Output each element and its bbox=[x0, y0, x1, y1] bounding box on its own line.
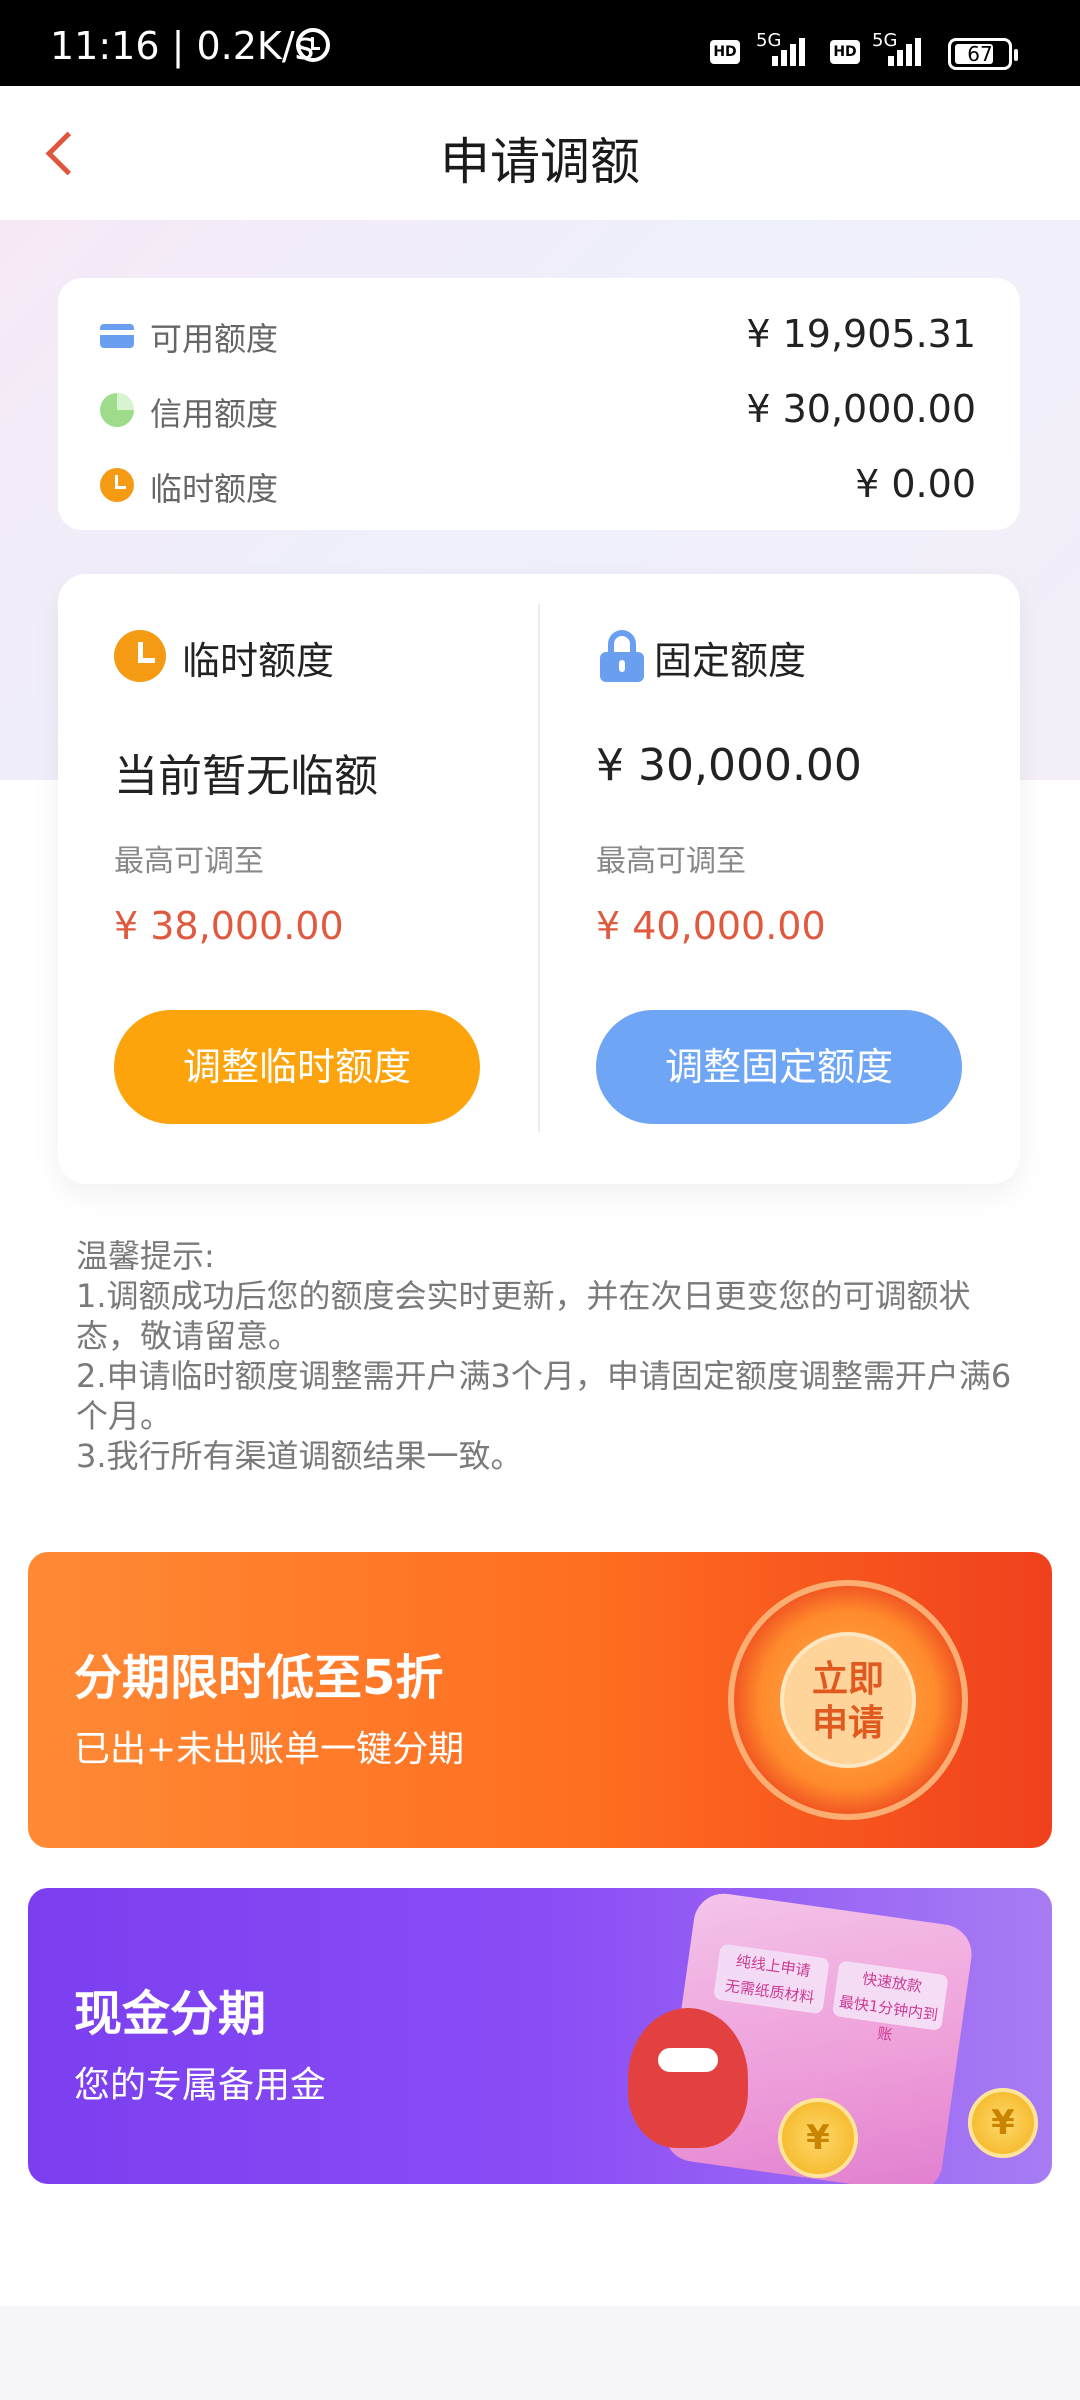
fixed-quota-current: ¥ 30,000.00 bbox=[596, 740, 862, 791]
credit-quota-value: ¥ 30,000.00 bbox=[746, 387, 976, 431]
battery-icon: 67 bbox=[948, 38, 1018, 70]
signal-icon bbox=[772, 30, 805, 66]
tips-heading: 温馨提示: bbox=[76, 1237, 215, 1275]
coin-icon-2: ¥ bbox=[968, 2088, 1038, 2158]
battery-level: 67 bbox=[967, 42, 993, 66]
tips-line-1: 1.调额成功后您的额度会实时更新，并在次日更变您的可调额状态，敬请留意。 bbox=[76, 1277, 971, 1355]
temp-quota-title: 临时额度 bbox=[182, 639, 335, 683]
hd-icon-2: HD bbox=[830, 40, 860, 64]
adjust-fixed-quota-button[interactable]: 调整固定额度 bbox=[596, 1010, 962, 1124]
alarm-icon bbox=[296, 28, 330, 62]
quota-summary-card: 可用额度 ¥ 19,905.31 信用额度 ¥ 30,000.00 临时额度 ¥… bbox=[58, 278, 1020, 530]
tips-line-3: 3.我行所有渠道调额结果一致。 bbox=[76, 1437, 523, 1475]
hd-icon: HD bbox=[710, 40, 740, 64]
apply-now-line-1: 立即 bbox=[811, 1659, 884, 1700]
temp-quota-label: 临时额度 bbox=[150, 470, 279, 508]
cash-banner-title: 现金分期 bbox=[74, 1986, 267, 2042]
credit-quota-row: 信用额度 ¥ 30,000.00 bbox=[58, 379, 1020, 439]
tips-line-2: 2.申请临时额度调整需开户满3个月，申请固定额度调整需开户满6个月。 bbox=[76, 1357, 1012, 1435]
clock-icon bbox=[114, 630, 166, 682]
lock-icon bbox=[596, 630, 648, 682]
fixed-quota-title: 固定额度 bbox=[654, 639, 807, 683]
installment-promo-banner[interactable]: 分期限时低至5折 已出+未出账单一键分期 立即 申请 bbox=[28, 1552, 1052, 1848]
fixed-quota-panel: 固定额度 ¥ 30,000.00 最高可调至 ¥ 40,000.00 调整固定额… bbox=[540, 574, 1020, 1184]
tips-section: 温馨提示: 1.调额成功后您的额度会实时更新，并在次日更变您的可调额状态，敬请留… bbox=[76, 1236, 1026, 1476]
nav-bar: 申请调额 bbox=[0, 86, 1080, 220]
temp-quota-value: ¥ 0.00 bbox=[855, 462, 976, 506]
temp-quota-current: 当前暂无临额 bbox=[114, 751, 378, 802]
coin-icon: ¥ bbox=[778, 2098, 858, 2178]
quota-adjust-card: 临时额度 当前暂无临额 最高可调至 ¥ 38,000.00 调整临时额度 固定额… bbox=[58, 574, 1020, 1184]
apply-now-line-2: 申请 bbox=[811, 1703, 884, 1744]
pie-chart-icon bbox=[100, 393, 134, 427]
status-bar: 11:16 | 0.2K/s HD 5G HD 5G 67 bbox=[0, 0, 1080, 86]
temp-quota-max-value: ¥ 38,000.00 bbox=[114, 904, 344, 948]
apply-now-badge[interactable]: 立即 申请 bbox=[728, 1580, 968, 1820]
cash-banner-subtitle: 您的专属备用金 bbox=[74, 2065, 327, 2106]
available-quota-value: ¥ 19,905.31 bbox=[746, 312, 976, 356]
fixed-quota-max-label: 最高可调至 bbox=[596, 844, 746, 879]
temp-quota-max-label: 最高可调至 bbox=[114, 844, 264, 879]
clock-icon bbox=[100, 468, 134, 502]
mascot-illustration bbox=[628, 2008, 748, 2148]
adjust-temp-quota-button[interactable]: 调整临时额度 bbox=[114, 1010, 480, 1124]
installment-banner-subtitle: 已出+未出账单一键分期 bbox=[74, 1729, 465, 1770]
temp-quota-row: 临时额度 ¥ 0.00 bbox=[58, 454, 1020, 514]
bottom-area bbox=[0, 2306, 1080, 2400]
cash-installment-banner[interactable]: 纯线上申请 无需纸质材料 快速放款 最快1分钟内到账 ¥ ¥ 现金分期 您的专属… bbox=[28, 1888, 1052, 2184]
status-time: 11:16 | 0.2K/s bbox=[50, 24, 315, 68]
temp-quota-panel: 临时额度 当前暂无临额 最高可调至 ¥ 38,000.00 调整临时额度 bbox=[58, 574, 538, 1184]
fixed-quota-max-value: ¥ 40,000.00 bbox=[596, 904, 826, 948]
available-quota-label: 可用额度 bbox=[150, 320, 279, 358]
card-icon bbox=[100, 324, 134, 348]
page-title: 申请调额 bbox=[440, 133, 640, 191]
installment-banner-title: 分期限时低至5折 bbox=[74, 1650, 444, 1706]
signal-icon-2 bbox=[888, 30, 921, 66]
available-quota-row: 可用额度 ¥ 19,905.31 bbox=[58, 304, 1020, 364]
credit-quota-label: 信用额度 bbox=[150, 395, 279, 433]
